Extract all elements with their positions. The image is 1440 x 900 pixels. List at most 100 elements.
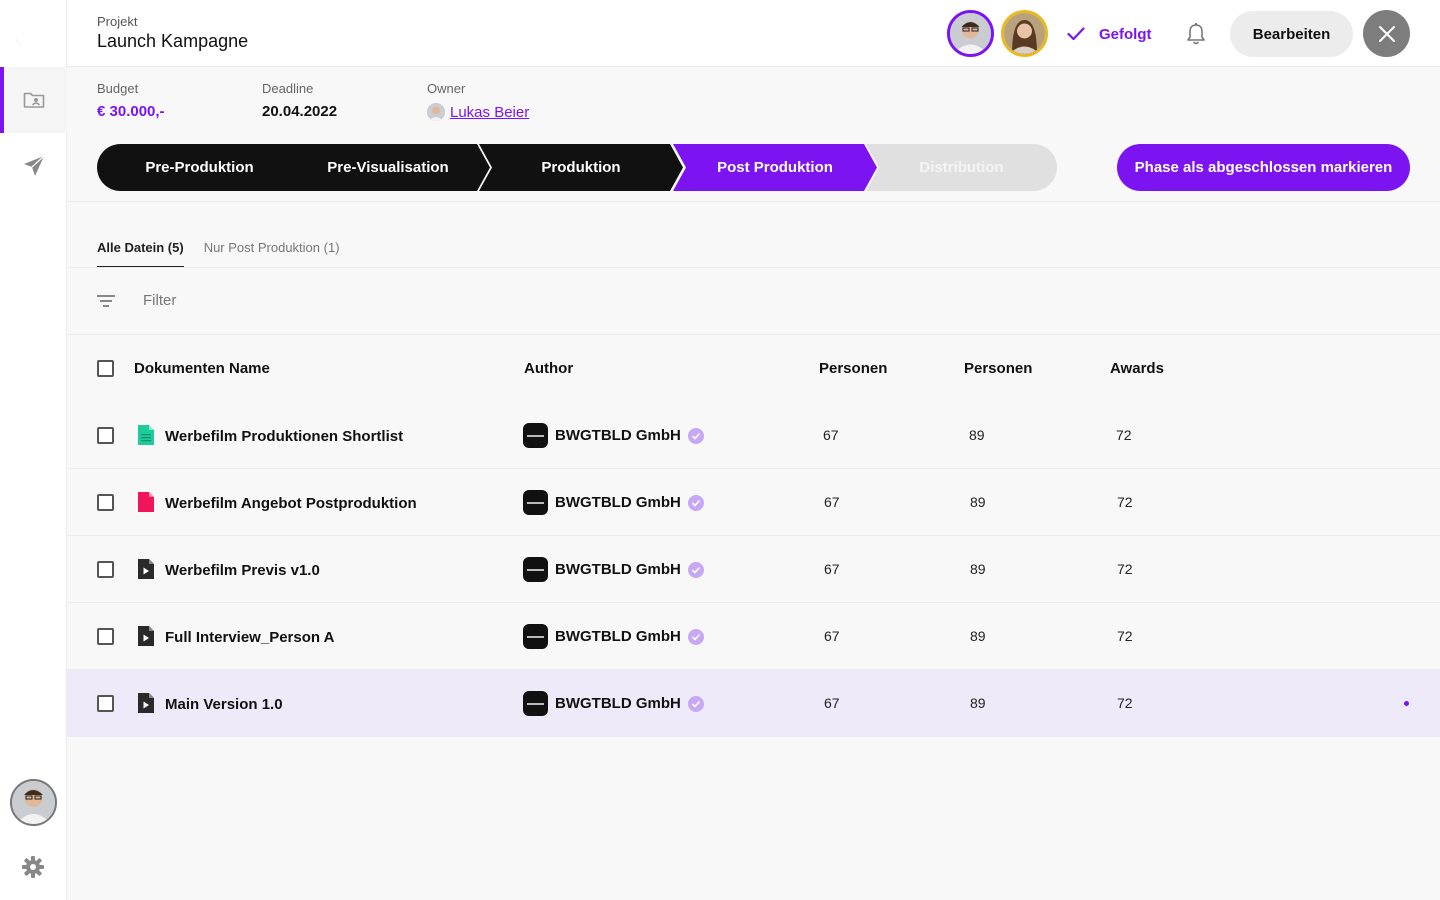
person-avatar-icon [427,103,445,121]
person-avatar-icon [12,781,55,824]
personen-2-value: 89 [970,628,986,644]
close-button[interactable] [1363,10,1410,57]
table-row[interactable]: Main Version 1.0 BWGTBLD GmbH 67 89 72 [67,670,1440,737]
budget-field: Budget € 30.000,- [97,81,165,120]
tab-all-files[interactable]: Alle Datein (5) [97,240,184,268]
file-name[interactable]: Werbefilm Angebot Postproduktion [165,495,417,512]
deadline-label: Deadline [262,81,314,96]
select-all-checkbox[interactable] [97,360,114,377]
close-icon [1378,25,1395,42]
owner-field: Owner Lukas Beier [427,81,529,121]
row-indicator-dot [1404,701,1409,706]
owner-avatar [427,103,445,121]
member-avatar-1[interactable] [947,10,994,57]
file-name[interactable]: Werbefilm Previs v1.0 [165,562,320,579]
budget-label: Budget [97,81,139,96]
user-avatar[interactable] [10,779,57,826]
table-row[interactable]: Werbefilm Angebot Postproduktion BWGTBLD… [67,469,1440,536]
filter-bar[interactable]: Filter [97,292,176,309]
deadline-field: Deadline 20.04.2022 [262,81,337,120]
personen-1-value: 67 [823,427,839,443]
verified-badge-icon [687,695,704,712]
phase-pre-visualisation[interactable]: Pre-Visualisation [286,144,490,191]
verified-badge-icon [687,561,704,578]
author-name: BWGTBLD GmbH [555,427,681,444]
personen-1-value: 67 [824,628,840,644]
personen-2-value: 89 [969,427,985,443]
owner-link[interactable]: Lukas Beier [450,104,529,121]
phase-produktion[interactable]: Produktion [479,144,683,191]
awards-value: 72 [1117,494,1133,510]
table-row[interactable]: Full Interview_Person A BWGTBLD GmbH 67 … [67,603,1440,670]
page-title: Launch Kampagne [97,31,249,51]
sidebar-item-send[interactable] [0,133,67,199]
author-logo-icon [523,691,548,716]
edit-button[interactable]: Bearbeiten [1230,11,1353,57]
author-logo-icon [523,423,548,448]
project-label: Projekt [97,14,138,29]
column-header-personen-2[interactable]: Personen [964,360,1032,377]
table-row[interactable]: Werbefilm Produktionen Shortlist BWGTBLD… [67,402,1440,469]
verified-badge-icon [687,628,704,645]
phase-label: Pre-Produktion [145,159,254,176]
mark-phase-complete-button[interactable]: Phase als abgeschlossen markieren [1117,144,1410,191]
table-row[interactable]: Werbefilm Previs v1.0 BWGTBLD GmbH 67 89… [67,536,1440,603]
main-content: Budget € 30.000,- Deadline 20.04.2022 Ow… [67,67,1440,900]
personen-1-value: 67 [824,561,840,577]
row-checkbox[interactable] [97,494,114,511]
author-cell: BWGTBLD GmbH [523,624,704,649]
filter-icon [97,294,115,307]
filter-label: Filter [143,292,177,309]
phase-post-produktion[interactable]: Post Produktion [673,144,877,191]
personen-2-value: 89 [970,695,986,711]
sidebar [0,0,67,900]
author-logo-icon [523,557,548,582]
divider [67,201,1440,202]
column-header-name[interactable]: Dokumenten Name [134,360,270,377]
personen-1-value: 67 [824,494,840,510]
verified-badge-icon [687,427,704,444]
folder-user-icon [23,92,44,108]
moon-logo-icon[interactable] [14,18,48,52]
deadline-value: 20.04.2022 [262,103,338,120]
divider [67,267,1440,268]
personen-1-value: 67 [824,695,840,711]
column-header-author[interactable]: Author [524,360,573,377]
budget-value: € 30.000,- [97,103,165,120]
author-cell: BWGTBLD GmbH [523,691,704,716]
follow-toggle[interactable]: Gefolgt [1067,22,1152,46]
author-cell: BWGTBLD GmbH [523,557,704,582]
paper-plane-icon [23,155,44,176]
file-name[interactable]: Werbefilm Produktionen Shortlist [165,428,403,445]
author-logo-icon [523,624,548,649]
row-checkbox[interactable] [97,695,114,712]
phase-label: Produktion [541,159,621,176]
personen-2-value: 89 [970,561,986,577]
phase-label: Pre-Visualisation [327,159,449,176]
personen-2-value: 89 [970,494,986,510]
file-name[interactable]: Full Interview_Person A [165,629,335,646]
author-name: BWGTBLD GmbH [555,561,681,578]
member-avatar-2[interactable] [1001,10,1048,57]
row-checkbox[interactable] [97,628,114,645]
file-tabs: Alle Datein (5) Nur Post Produktion (1) [97,240,340,268]
gear-icon[interactable] [21,855,45,879]
phase-pre-produktion[interactable]: Pre-Produktion [97,144,302,191]
phase-distribution[interactable]: Distribution [866,144,1057,191]
author-logo-icon [523,490,548,515]
file-name[interactable]: Main Version 1.0 [165,696,283,713]
check-icon [1067,27,1085,41]
person-avatar-icon [950,13,991,54]
bell-icon[interactable] [1185,22,1207,46]
row-checkbox[interactable] [97,561,114,578]
column-header-personen-1[interactable]: Personen [819,360,887,377]
column-header-awards[interactable]: Awards [1110,360,1164,377]
author-name: BWGTBLD GmbH [555,628,681,645]
tab-post-produktion[interactable]: Nur Post Produktion (1) [204,240,340,268]
pdf-file-icon [138,492,154,512]
verified-badge-icon [687,494,704,511]
sidebar-item-projects[interactable] [0,67,67,133]
owner-value: Lukas Beier [427,103,529,121]
row-checkbox[interactable] [97,427,114,444]
video-file-icon [138,626,154,646]
